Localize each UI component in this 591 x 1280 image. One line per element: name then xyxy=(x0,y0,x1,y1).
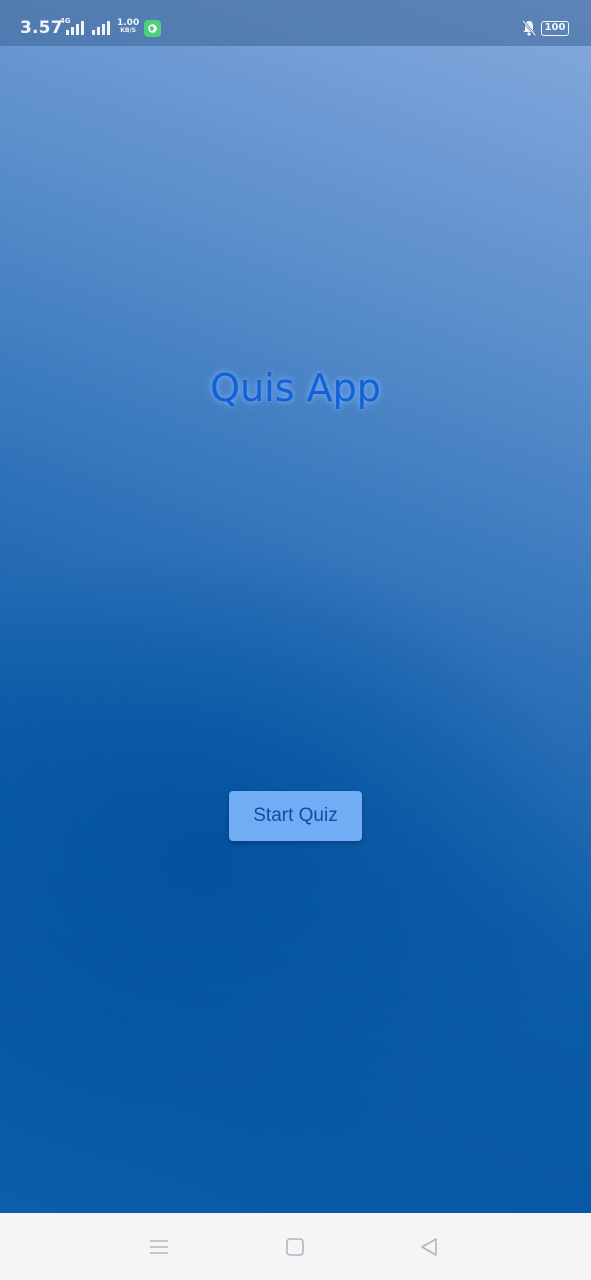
signal-icon xyxy=(92,21,110,35)
battery-icon: 100 xyxy=(541,21,569,36)
signal-icon xyxy=(66,21,84,35)
start-quiz-button[interactable]: Start Quiz xyxy=(229,791,362,841)
battery-level: 100 xyxy=(544,22,566,33)
mute-icon xyxy=(522,20,537,37)
status-time: 3.57 xyxy=(20,18,63,38)
app-screen xyxy=(0,0,591,1213)
navigation-bar xyxy=(0,1213,591,1280)
back-icon[interactable] xyxy=(417,1235,441,1259)
network-speed: 1.00 KB/S xyxy=(117,19,139,35)
app-title: Quis App xyxy=(210,366,381,410)
app-notification-icon xyxy=(144,20,161,37)
status-bar: 3.57 4G 1.00 KB/S 100 xyxy=(0,0,591,46)
network-speed-unit: KB/S xyxy=(120,27,136,34)
home-icon[interactable] xyxy=(283,1235,307,1259)
menu-icon[interactable] xyxy=(147,1235,171,1259)
